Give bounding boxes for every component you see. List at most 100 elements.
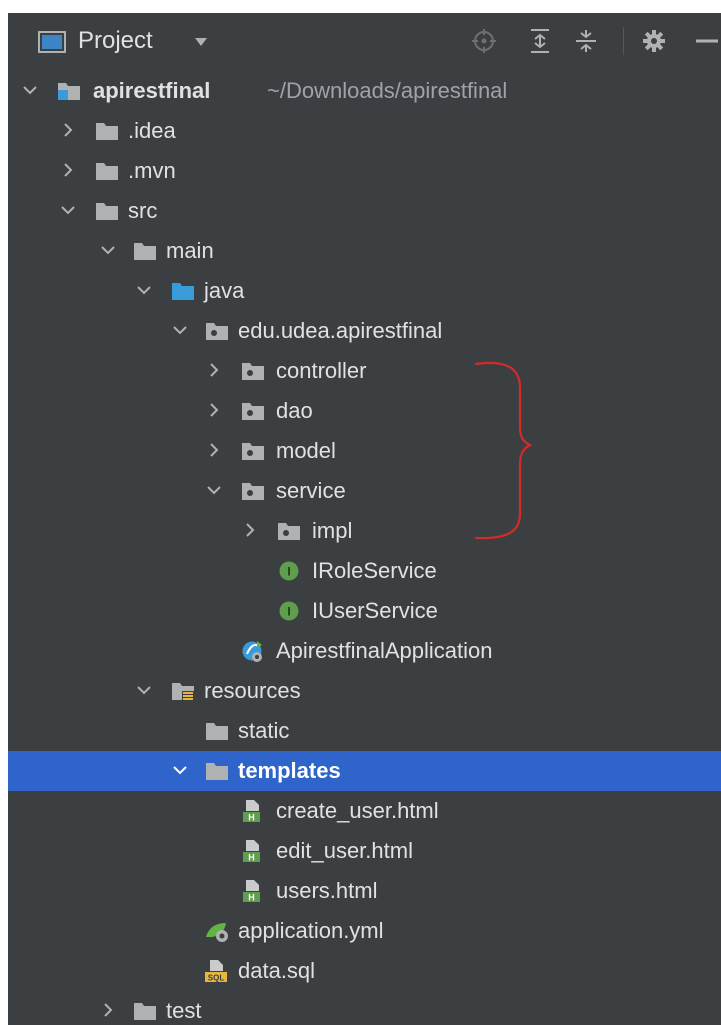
tree-row-idea[interactable]: .idea [8,111,721,151]
tree-row-templates[interactable]: templates [8,751,721,791]
module-folder-icon [58,83,80,100]
tool-window-header: Project [8,13,721,69]
svg-text:I: I [287,565,290,579]
tree-node-label: static [238,718,290,743]
package-icon [242,403,264,420]
tree-row-java[interactable]: java [8,271,721,311]
project-view-selector[interactable]: Project [78,27,153,55]
resources-folder-icon [172,683,194,701]
tree-node-label: edu.udea.apirestfinal [238,318,443,343]
tree-row-dao[interactable]: dao [8,391,721,431]
chevron-down-icon[interactable] [134,680,154,700]
tree-node-label: service [276,478,346,503]
tree-row-service[interactable]: service [8,471,721,511]
tree-row-src[interactable]: src [8,191,721,231]
svg-text:H: H [248,893,255,903]
hand-drawn-red-brace [474,361,533,540]
chevron-down-icon[interactable] [98,240,118,260]
chevron-right-icon[interactable] [204,400,224,420]
interface-icon: I [279,601,299,621]
chevron-down-icon[interactable] [58,200,78,220]
tree-row-impl[interactable]: impl [8,511,721,551]
tree-node-label: data.sql [238,958,316,983]
chevron-down-icon[interactable] [204,480,224,500]
tree-row-test[interactable]: test [8,991,721,1025]
html-file-icon: H [243,800,260,823]
folder-icon [206,723,228,740]
chevron-right-icon[interactable] [58,120,78,140]
tree-row-irole-service[interactable]: I IRoleService [8,551,721,591]
expand-all-icon[interactable] [526,27,554,55]
folder-icon [134,243,156,260]
tree-node-label: model [276,438,336,463]
folder-icon [96,123,118,140]
tree-node-label: users.html [276,878,378,903]
tree-row-mvn[interactable]: .mvn [8,151,721,191]
locate-icon[interactable] [470,27,498,55]
tree-node-label: src [128,198,158,223]
tree-node-label: main [166,238,214,263]
module-path: ~/Downloads/apirestfinal [267,78,508,103]
folder-icon [206,763,228,780]
tree-row-apirestfinal-application[interactable]: ApirestfinalApplication [8,631,721,671]
tree-node-label: create_user.html [276,798,439,823]
svg-text:I: I [287,605,290,619]
sql-file-icon: SQL [205,960,227,983]
folder-icon [96,203,118,220]
chevron-right-icon[interactable] [204,360,224,380]
chevron-down-icon[interactable] [20,80,40,100]
tree-node-label: IRoleService [312,558,437,583]
project-tool-window: Project apirestfinal ~/Downloads/apirest… [8,13,721,1025]
tree-node-label: application.yml [238,918,384,943]
tree-row-data-sql[interactable]: SQL data.sql [8,951,721,991]
tree-node-label: impl [312,518,353,543]
dropdown-arrow-icon[interactable] [193,37,209,47]
tree-node-label: test [166,998,202,1023]
tree-node-label: controller [276,358,367,383]
interface-icon: I [279,561,299,581]
chevron-right-icon[interactable] [204,440,224,460]
tree-row-application-yml[interactable]: application.yml [8,911,721,951]
folder-icon [96,163,118,180]
tree-node-label: edit_user.html [276,838,413,863]
chevron-right-icon[interactable] [240,520,260,540]
folder-icon [134,1003,156,1020]
chevron-down-icon[interactable] [170,320,190,340]
svg-text:SQL: SQL [208,974,225,983]
tree-node-label: apirestfinal [93,78,211,103]
html-file-icon: H [243,880,260,903]
tree-node-label: resources [204,678,301,703]
chevron-right-icon[interactable] [98,1000,118,1020]
chevron-down-icon[interactable] [134,280,154,300]
tree-row-main[interactable]: main [8,231,721,271]
package-icon [242,443,264,460]
collapse-all-icon[interactable] [572,27,600,55]
source-folder-icon [172,283,194,300]
tree-row-model[interactable]: model [8,431,721,471]
gear-icon[interactable] [640,27,668,55]
minimize-icon[interactable] [692,27,720,55]
toolbar-separator [623,27,624,55]
tree-node-label: ApirestfinalApplication [276,638,493,663]
tree-row-edit-user-html[interactable]: Hedit_user.html [8,831,721,871]
tree-node-label: dao [276,398,313,423]
tree-row-static[interactable]: static [8,711,721,751]
tree-node-label: .mvn [128,158,176,183]
tree-row-apirestfinal[interactable]: apirestfinal ~/Downloads/apirestfinal [8,71,721,111]
svg-text:H: H [248,813,255,823]
chevron-down-icon[interactable] [170,760,190,780]
tree-row-users-html[interactable]: Husers.html [8,871,721,911]
tree-row-create-user-html[interactable]: Hcreate_user.html [8,791,721,831]
package-icon [206,323,228,340]
tree-row-edu-udea-apirestfinal[interactable]: edu.udea.apirestfinal [8,311,721,351]
tree-row-iuser-service[interactable]: I IUserService [8,591,721,631]
tree-row-controller[interactable]: controller [8,351,721,391]
chevron-right-icon[interactable] [58,160,78,180]
tree-node-label: IUserService [312,598,438,623]
tree-node-label: templates [238,758,341,783]
spring-boot-class-icon [242,641,262,662]
tree-row-resources[interactable]: resources [8,671,721,711]
package-icon [278,523,300,540]
package-icon [242,483,264,500]
html-file-icon: H [243,840,260,863]
